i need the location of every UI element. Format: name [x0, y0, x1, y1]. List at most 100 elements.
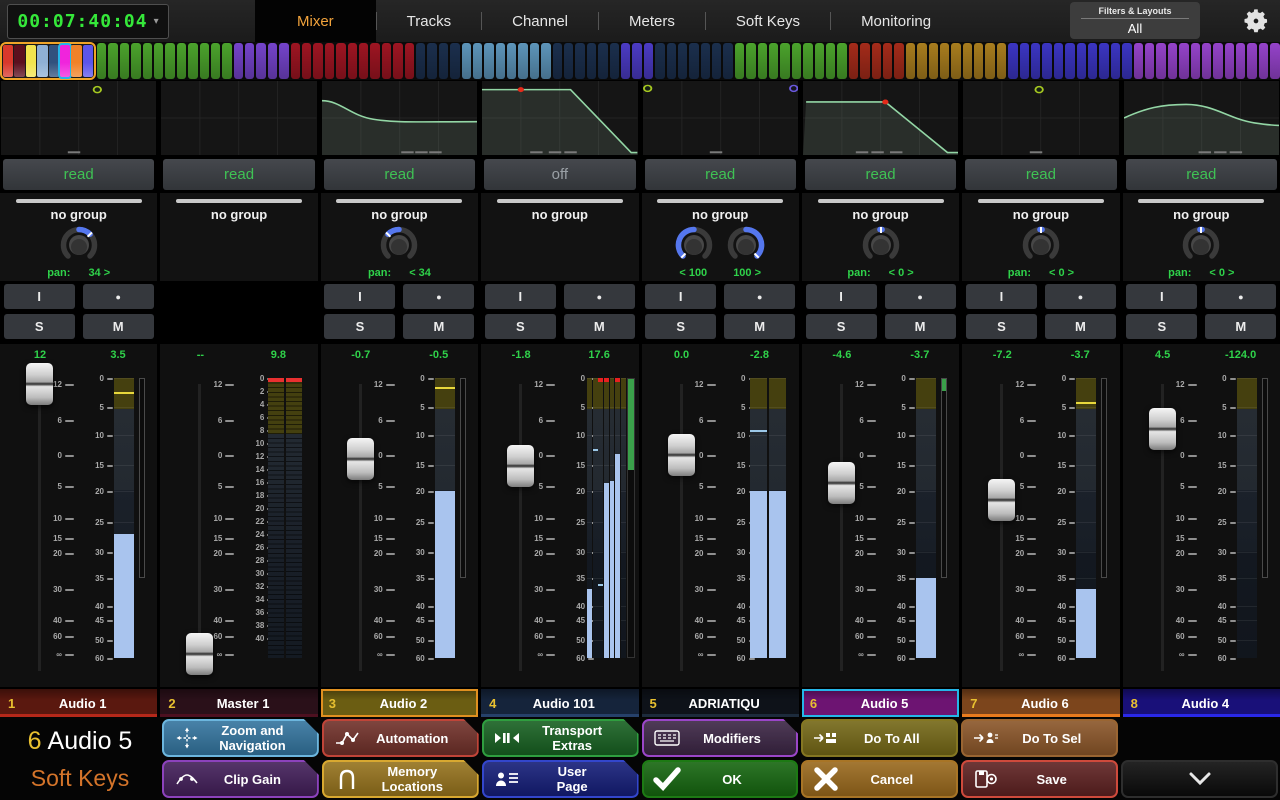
track-color-segment[interactable] [689, 43, 698, 79]
automation-mode-button[interactable]: off [484, 159, 635, 190]
automation-mode-button[interactable]: read [645, 159, 796, 190]
track-color-segment[interactable] [735, 43, 744, 79]
track-color-segment[interactable] [860, 43, 869, 79]
track-color-segment[interactable] [826, 43, 835, 79]
track-color-segment[interactable] [712, 43, 721, 79]
track-color-segment[interactable] [1236, 43, 1245, 79]
track-color-segment[interactable] [302, 43, 311, 79]
track-color-segment[interactable] [792, 43, 801, 79]
pan-knob[interactable] [59, 225, 99, 265]
track-color-segment[interactable] [1213, 43, 1222, 79]
track-color-segment[interactable] [906, 43, 915, 79]
track-color-segment[interactable] [518, 43, 527, 79]
fader-track[interactable] [198, 384, 201, 671]
track-color-segment[interactable] [325, 43, 334, 79]
input-monitor-button[interactable]: I [806, 284, 877, 309]
track-color-segment[interactable] [598, 43, 607, 79]
fader-cap[interactable] [347, 438, 374, 480]
channel-name-row[interactable]: 6 Audio 5 [802, 689, 959, 717]
track-color-segment[interactable] [1156, 43, 1165, 79]
track-color-segment[interactable] [849, 43, 858, 79]
track-color-segment[interactable] [1065, 43, 1074, 79]
mute-button[interactable]: M [724, 314, 795, 339]
record-arm-button[interactable]: ● [564, 284, 635, 309]
track-color-segment[interactable] [610, 43, 619, 79]
track-color-segment[interactable] [382, 43, 391, 79]
track-color-segment[interactable] [450, 43, 459, 79]
solo-button[interactable]: S [4, 314, 75, 339]
track-color-segment[interactable] [370, 43, 379, 79]
automation-curve-panel[interactable] [962, 80, 1119, 156]
bank-overview-channel[interactable] [26, 45, 36, 77]
track-color-segment[interactable] [1179, 43, 1188, 79]
timecode-dropdown-caret[interactable]: ▾ [154, 16, 159, 27]
automation-mode-button[interactable]: read [805, 159, 956, 190]
track-color-segment[interactable] [359, 43, 368, 79]
pan-knob[interactable] [1181, 225, 1221, 265]
bank-overview-channel[interactable] [71, 45, 81, 77]
track-color-segment[interactable] [1202, 43, 1211, 79]
track-color-segment[interactable] [1259, 43, 1268, 79]
track-color-segment[interactable] [336, 43, 345, 79]
automation-curve-panel[interactable] [481, 80, 638, 156]
track-color-segment[interactable] [348, 43, 357, 79]
track-color-segment[interactable] [837, 43, 846, 79]
record-arm-button[interactable]: ● [885, 284, 956, 309]
channel-name-row[interactable]: 7 Audio 6 [962, 689, 1119, 717]
automation-curve-panel[interactable] [0, 80, 157, 156]
automation-mode-button[interactable]: read [324, 159, 475, 190]
solo-button[interactable]: S [324, 314, 395, 339]
fader-cap[interactable] [828, 462, 855, 504]
channel-name-row[interactable]: 5 ADRIATIQU [642, 689, 799, 717]
fader-track[interactable] [519, 384, 522, 671]
group-color-bar[interactable] [978, 199, 1104, 203]
track-color-segment[interactable] [496, 43, 505, 79]
track-color-segment[interactable] [439, 43, 448, 79]
track-color-segment[interactable] [780, 43, 789, 79]
track-color-segment[interactable] [393, 43, 402, 79]
record-arm-button[interactable]: ● [403, 284, 474, 309]
track-color-segment[interactable] [621, 43, 630, 79]
track-color-segment[interactable] [473, 43, 482, 79]
bank-overview[interactable] [0, 42, 96, 80]
fader-cap[interactable] [668, 434, 695, 476]
track-color-segment[interactable] [222, 43, 231, 79]
track-color-segment[interactable] [723, 43, 732, 79]
group-label[interactable]: no group [160, 207, 317, 222]
track-color-segment[interactable] [587, 43, 596, 79]
track-color-segment[interactable] [279, 43, 288, 79]
automation-curve-panel[interactable] [321, 80, 478, 156]
bank-overview-channel[interactable] [83, 45, 93, 77]
track-color-segment[interactable] [917, 43, 926, 79]
fader-track[interactable] [680, 384, 683, 671]
track-color-segment[interactable] [644, 43, 653, 79]
track-color-segment[interactable] [211, 43, 220, 79]
tab-tracks[interactable]: Tracks [377, 0, 481, 42]
group-color-bar[interactable] [497, 199, 623, 203]
input-monitor-button[interactable]: I [4, 284, 75, 309]
fader-cap[interactable] [186, 633, 213, 675]
solo-button[interactable]: S [645, 314, 716, 339]
settings-gear-icon[interactable] [1242, 7, 1270, 35]
mute-button[interactable]: M [564, 314, 635, 339]
track-color-segment[interactable] [143, 43, 152, 79]
group-label[interactable]: no group [962, 207, 1119, 222]
track-color-segment[interactable] [268, 43, 277, 79]
track-color-segment[interactable] [177, 43, 186, 79]
group-color-bar[interactable] [336, 199, 462, 203]
record-arm-button[interactable]: ● [83, 284, 154, 309]
tab-monitoring[interactable]: Monitoring [831, 0, 961, 42]
mute-button[interactable]: M [83, 314, 154, 339]
softkey-user-page[interactable]: UserPage [482, 760, 639, 798]
track-color-segment[interactable] [1042, 43, 1051, 79]
fader-track[interactable] [840, 384, 843, 671]
softkey-modifiers[interactable]: Modifiers [642, 719, 799, 757]
track-color-segment[interactable] [1054, 43, 1063, 79]
track-color-segment[interactable] [131, 43, 140, 79]
automation-mode-button[interactable]: read [163, 159, 314, 190]
softkey-ok[interactable]: OK [642, 760, 799, 798]
track-color-segment[interactable] [1020, 43, 1029, 79]
softkey-chevron-down[interactable] [1121, 760, 1278, 798]
solo-button[interactable]: S [806, 314, 877, 339]
track-color-segment[interactable] [883, 43, 892, 79]
